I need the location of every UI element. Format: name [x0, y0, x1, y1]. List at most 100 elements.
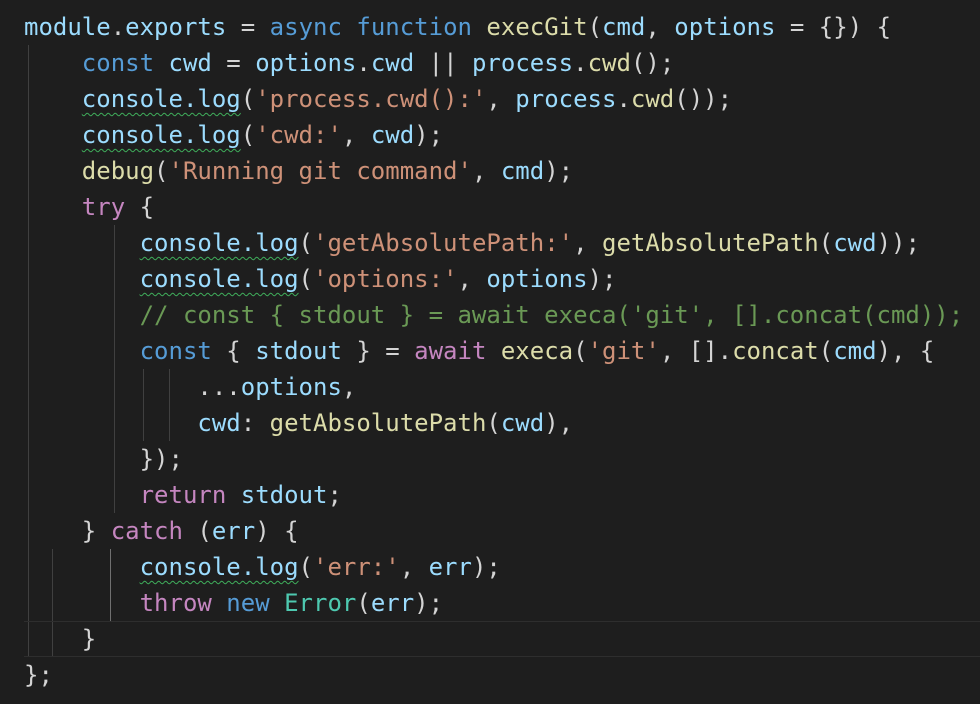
code-token: (	[154, 157, 169, 185]
code-text: return stdout;	[24, 477, 342, 513]
code-token: 'options:'	[313, 265, 458, 293]
code-token: module	[24, 13, 111, 41]
code-token: (	[486, 409, 501, 437]
code-text: console.log('err:', err);	[24, 549, 501, 585]
code-text: } catch (err) {	[24, 513, 299, 549]
code-token: ,	[457, 265, 487, 293]
code-token: process	[515, 85, 617, 113]
code-token: ||	[414, 49, 472, 77]
code-token: .	[616, 85, 631, 113]
code-token: err	[428, 553, 472, 581]
code-token: (	[818, 229, 834, 257]
lint-warning-token: console.log	[139, 553, 299, 581]
code-token: }	[81, 625, 97, 653]
code-token: (	[298, 265, 313, 293]
code-token: return	[139, 481, 227, 509]
code-token: ,	[341, 373, 357, 401]
code-token: ,	[341, 121, 371, 149]
code-token: 'err:'	[313, 553, 400, 581]
code-token: };	[24, 661, 53, 689]
code-token: ());	[674, 85, 733, 113]
code-token: (	[240, 85, 256, 113]
code-text: console.log('cwd:', cwd);	[24, 117, 443, 153]
code-text: module.exports = async function execGit(…	[24, 9, 891, 45]
code-token: cwd	[500, 409, 545, 437]
code-token: {	[211, 337, 256, 365]
code-token: err	[370, 589, 415, 617]
lint-warning-token: console.log	[139, 229, 299, 257]
code-token: =	[226, 13, 270, 41]
code-token: getAbsolutePath	[602, 229, 819, 257]
code-text: try {	[24, 189, 154, 225]
code-token: cmd	[602, 13, 646, 41]
code-token: try	[81, 193, 126, 221]
code-token: cwd	[833, 229, 877, 257]
lint-warning-token: console.log	[81, 85, 241, 113]
code-token: ) {	[255, 517, 299, 545]
code-token: concat	[732, 337, 819, 365]
code-text: const cwd = options.cwd || process.cwd()…	[24, 45, 675, 81]
code-text: cwd: getAbsolutePath(cwd),	[24, 405, 573, 441]
code-token: (	[298, 553, 313, 581]
code-token: ,	[645, 13, 675, 41]
code-token: (	[573, 337, 588, 365]
code-token: .	[110, 13, 126, 41]
code-token: }	[81, 517, 111, 545]
code-token: );	[471, 553, 501, 581]
code-token: );	[587, 265, 617, 293]
code-token: exports	[125, 13, 227, 41]
code-token: 'Running git command'	[168, 157, 472, 185]
code-token: = {}) {	[775, 13, 892, 41]
code-text: throw new Error(err);	[24, 585, 443, 621]
code-token: =	[211, 49, 256, 77]
code-token: ));	[876, 229, 920, 257]
code-text: console.log('options:', options);	[24, 261, 617, 297]
code-editor[interactable]: module.exports = async function execGit(…	[0, 0, 980, 704]
code-token: cwd	[168, 49, 212, 77]
code-token: 'process.cwd():'	[255, 85, 487, 113]
code-token: ...	[197, 373, 241, 401]
code-token: .	[356, 49, 371, 77]
code-token: async	[269, 13, 342, 41]
code-token: throw	[139, 589, 212, 617]
code-token: catch	[110, 517, 183, 545]
code-line[interactable]: }	[24, 621, 980, 657]
code-token: , [].	[659, 337, 733, 365]
code-token: cwd	[370, 121, 415, 149]
code-token: new	[226, 589, 270, 617]
code-token: );	[414, 589, 444, 617]
code-text: });	[24, 441, 183, 477]
lint-warning-token: console.log	[139, 265, 299, 293]
code-token: cwd	[370, 49, 415, 77]
code-token: ;	[327, 481, 342, 509]
code-token: const	[139, 337, 212, 365]
code-token: ,	[486, 85, 516, 113]
code-token: 'cwd:'	[255, 121, 342, 149]
code-token: err	[211, 517, 256, 545]
code-token: (	[298, 229, 313, 257]
code-token: const	[81, 49, 155, 77]
code-token: ), {	[876, 337, 935, 365]
code-token: cwd	[587, 49, 631, 77]
code-token: );	[414, 121, 444, 149]
code-token: stdout	[255, 337, 342, 365]
